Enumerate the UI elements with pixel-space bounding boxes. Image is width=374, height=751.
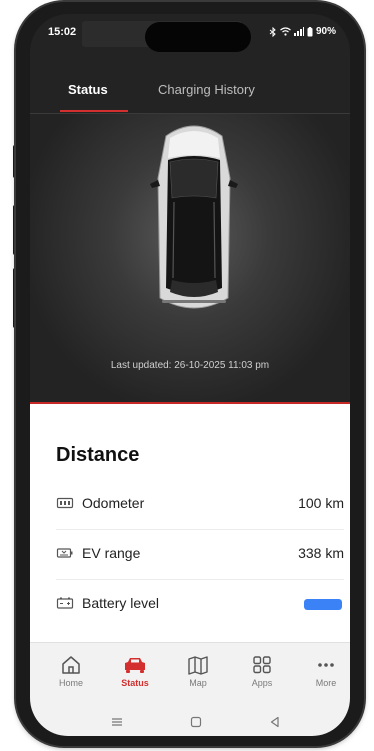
nav-label: Home (58, 678, 83, 688)
nav-map[interactable]: Map (170, 655, 226, 688)
status-icons: 90% (269, 26, 336, 37)
car-top-view-image (146, 118, 242, 316)
wifi-icon (280, 27, 291, 36)
nav-home[interactable]: Home (43, 655, 99, 688)
battery-status-icon (307, 26, 313, 37)
map-icon (170, 655, 226, 675)
nav-status[interactable]: Status (107, 655, 163, 688)
ev-range-icon (56, 546, 74, 560)
stage: 15:02 90% Status Charging History Last u… (0, 0, 374, 751)
tab-charging-history[interactable]: Charging History (158, 82, 255, 97)
tab-status[interactable]: Status (68, 82, 108, 97)
nav-more[interactable]: More (298, 655, 350, 688)
battery-level-bar (304, 599, 342, 610)
system-navigation-bar (30, 713, 350, 733)
signal-icon (293, 27, 304, 36)
row-label: EV range (82, 545, 141, 561)
last-updated-text: Last updated: 26-10-2025 11:03 pm (110, 360, 270, 371)
battery-icon (56, 596, 74, 610)
phone-screen: 15:02 90% Status Charging History Last u… (30, 14, 350, 736)
section-title: Distance (56, 444, 140, 466)
list-item-odometer: Odometer 100 km (56, 480, 344, 530)
bluetooth-icon (269, 26, 277, 37)
apps-icon (234, 655, 290, 675)
battery-level-fill (304, 599, 342, 610)
active-tab-indicator (60, 110, 128, 112)
nav-label: Status (121, 678, 149, 688)
row-value: 338 km (298, 545, 344, 561)
status-bar: 15:02 90% (30, 14, 350, 52)
list-item-ev-range: EV range 338 km (56, 530, 344, 580)
row-label: Battery level (82, 595, 160, 611)
home-icon (43, 655, 99, 675)
row-label: Odometer (82, 495, 145, 511)
status-time: 15:02 (48, 26, 77, 38)
nav-label: Map (189, 678, 207, 688)
battery-percent: 90% (315, 26, 336, 37)
row-value: 100 km (298, 495, 344, 511)
nav-apps[interactable]: Apps (234, 655, 290, 688)
home-button-icon[interactable] (189, 715, 203, 729)
vehicle-hero: Last updated: 26-10-2025 11:03 pm (30, 114, 350, 404)
nav-label: More (315, 678, 337, 688)
recent-apps-icon[interactable] (110, 715, 124, 729)
odometer-icon (56, 496, 74, 510)
back-icon[interactable] (268, 715, 282, 729)
bottom-navigation: Home Status Map Apps More (30, 642, 350, 736)
car-icon (107, 655, 163, 675)
tab-bar: Status Charging History (30, 74, 350, 114)
more-icon (298, 655, 350, 675)
list-item-battery-level: Battery level (56, 580, 344, 630)
distance-card: Distance Odometer 100 km EV range 338 km (30, 404, 350, 654)
nav-label: Apps (251, 678, 273, 688)
dynamic-island (145, 22, 251, 52)
